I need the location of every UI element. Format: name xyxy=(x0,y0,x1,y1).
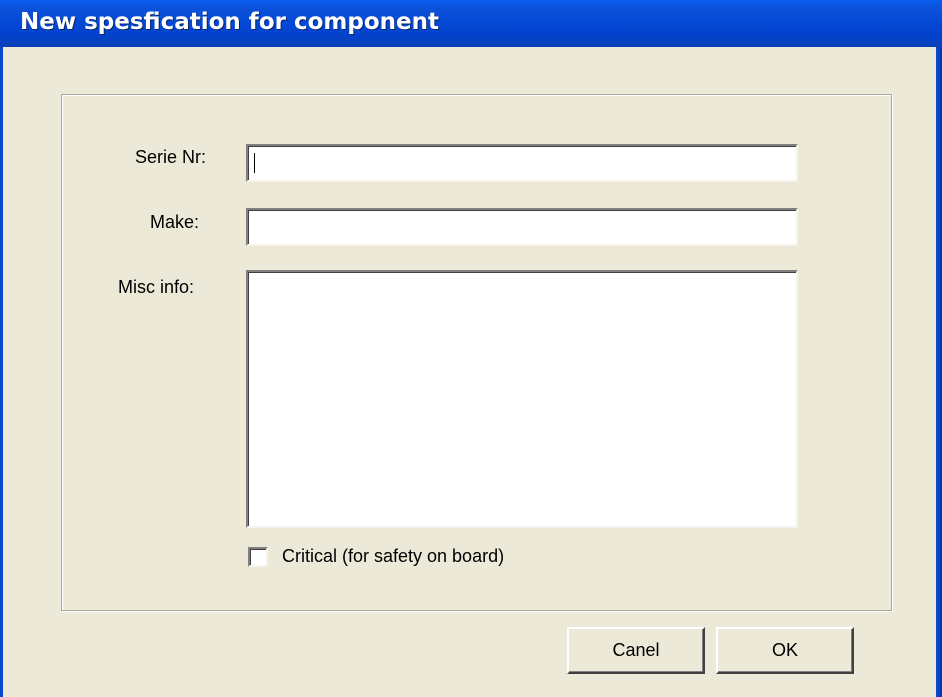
ok-button[interactable]: OK xyxy=(716,627,854,674)
critical-checkbox-label[interactable]: Critical (for safety on board) xyxy=(282,546,504,567)
make-label: Make: xyxy=(150,212,200,232)
window-left-border xyxy=(0,47,3,697)
serie-nr-label: Serie Nr: xyxy=(135,147,207,167)
window-right-border xyxy=(936,47,942,697)
misc-info-label: Misc info: xyxy=(118,277,195,297)
make-field[interactable] xyxy=(246,208,798,246)
dialog-window: New spesfication for component Serie Nr:… xyxy=(0,0,942,697)
critical-checkbox[interactable] xyxy=(248,547,268,567)
misc-info-textarea[interactable] xyxy=(246,270,798,528)
window-title: New spesfication for component xyxy=(20,9,439,35)
serie-nr-field[interactable] xyxy=(246,144,798,182)
text-caret xyxy=(254,153,255,173)
title-bar[interactable]: New spesfication for component xyxy=(0,0,942,47)
cancel-button[interactable]: Canel xyxy=(567,627,705,674)
